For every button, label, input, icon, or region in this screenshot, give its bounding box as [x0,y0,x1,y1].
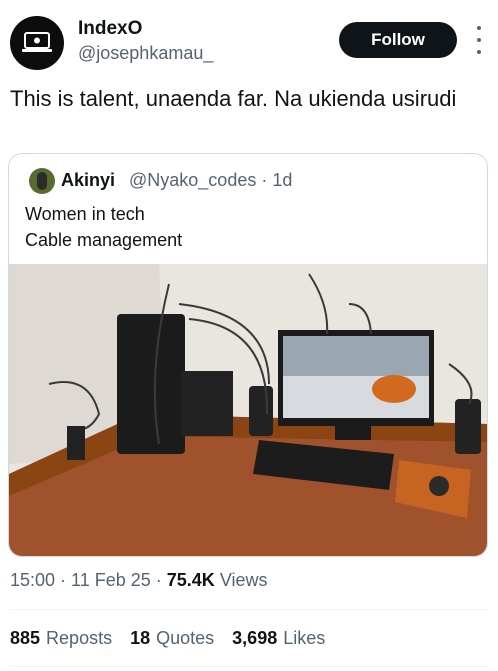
views-count: 75.4K [166,570,215,590]
quoted-text-line1: Women in tech [25,204,145,224]
more-vertical-icon[interactable] [472,26,486,54]
engagement-stats: 885 Reposts 18 Quotes 3,698 Likes [10,628,325,649]
divider-bottom [10,666,488,667]
quotes-label: Quotes [156,628,215,648]
quotes-stat[interactable]: 18 Quotes [130,628,214,649]
reposts-label: Reposts [46,628,113,648]
tweet-text: This is talent, unaenda far. Na ukienda … [10,86,457,111]
author-handle[interactable]: @josephkamau_ [78,43,213,64]
likes-stat[interactable]: 3,698 Likes [232,628,325,649]
likes-count: 3,698 [232,628,278,648]
quoted-tweet[interactable]: Akinyi @Nyako_codes · 1d Women in tech C… [8,153,488,557]
quoted-photo[interactable] [9,264,487,556]
likes-label: Likes [283,628,326,648]
laptop-logo-icon [22,32,52,52]
author-name[interactable]: IndexO [78,18,142,40]
reposts-stat[interactable]: 885 Reposts [10,628,112,649]
quoted-author-handle[interactable]: @Nyako_codes · 1d [129,170,292,191]
reposts-count: 885 [10,628,41,648]
views-label: Views [214,570,268,590]
author-avatar[interactable] [10,16,64,70]
quoted-author-name[interactable]: Akinyi [61,170,115,191]
tweet-header: IndexO @josephkamau_ Follow [10,14,488,70]
timestamp[interactable]: 15:00 · 11 Feb 25 · [10,570,167,590]
follow-button[interactable]: Follow [339,22,457,58]
tweet-meta: 15:00 · 11 Feb 25 · 75.4K Views [10,570,268,591]
quoted-text-line2: Cable management [25,230,183,250]
divider [10,609,488,610]
quotes-count: 18 [130,628,151,648]
quoted-avatar[interactable] [29,168,55,194]
